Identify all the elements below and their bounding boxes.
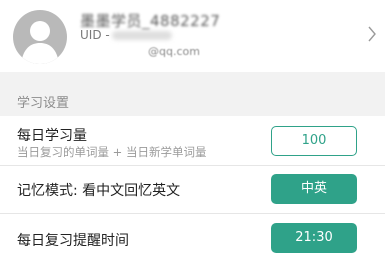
section-header: 学习设置 bbox=[0, 72, 385, 116]
profile-uid: UID - bbox=[80, 28, 172, 42]
uid-redaction bbox=[111, 31, 172, 40]
reminder-time-button[interactable]: 21:30 bbox=[271, 223, 357, 253]
memory-mode-button[interactable]: 中英 bbox=[271, 174, 357, 204]
setting-title-daily-amount: 每日学习量 bbox=[17, 128, 87, 144]
setting-subtitle-daily-amount: 当日复习的单词量 + 当日新学单词量 bbox=[17, 145, 207, 159]
uid-label: UID - bbox=[80, 28, 110, 42]
setting-title-memory-mode: 记忆模式: 看中文回忆英文 bbox=[17, 183, 181, 199]
daily-amount-button[interactable]: 100 bbox=[271, 126, 357, 156]
setting-row-daily-amount: 每日学习量 当日复习的单词量 + 当日新学单词量 100 bbox=[0, 116, 385, 166]
chevron-right-icon bbox=[368, 26, 376, 42]
setting-row-reminder-time: 每日复习提醒时间 21:30 bbox=[0, 214, 385, 264]
profile-email: @qq.com bbox=[148, 45, 200, 58]
section-title: 学习设置 bbox=[17, 96, 70, 111]
setting-title-reminder-time: 每日复习提醒时间 bbox=[17, 233, 129, 249]
setting-row-memory-mode: 记忆模式: 看中文回忆英文 中英 bbox=[0, 166, 385, 214]
default-user-avatar-icon bbox=[13, 10, 67, 64]
profile-header[interactable]: 墨墨学员_4882227 UID - @qq.com bbox=[0, 0, 385, 72]
